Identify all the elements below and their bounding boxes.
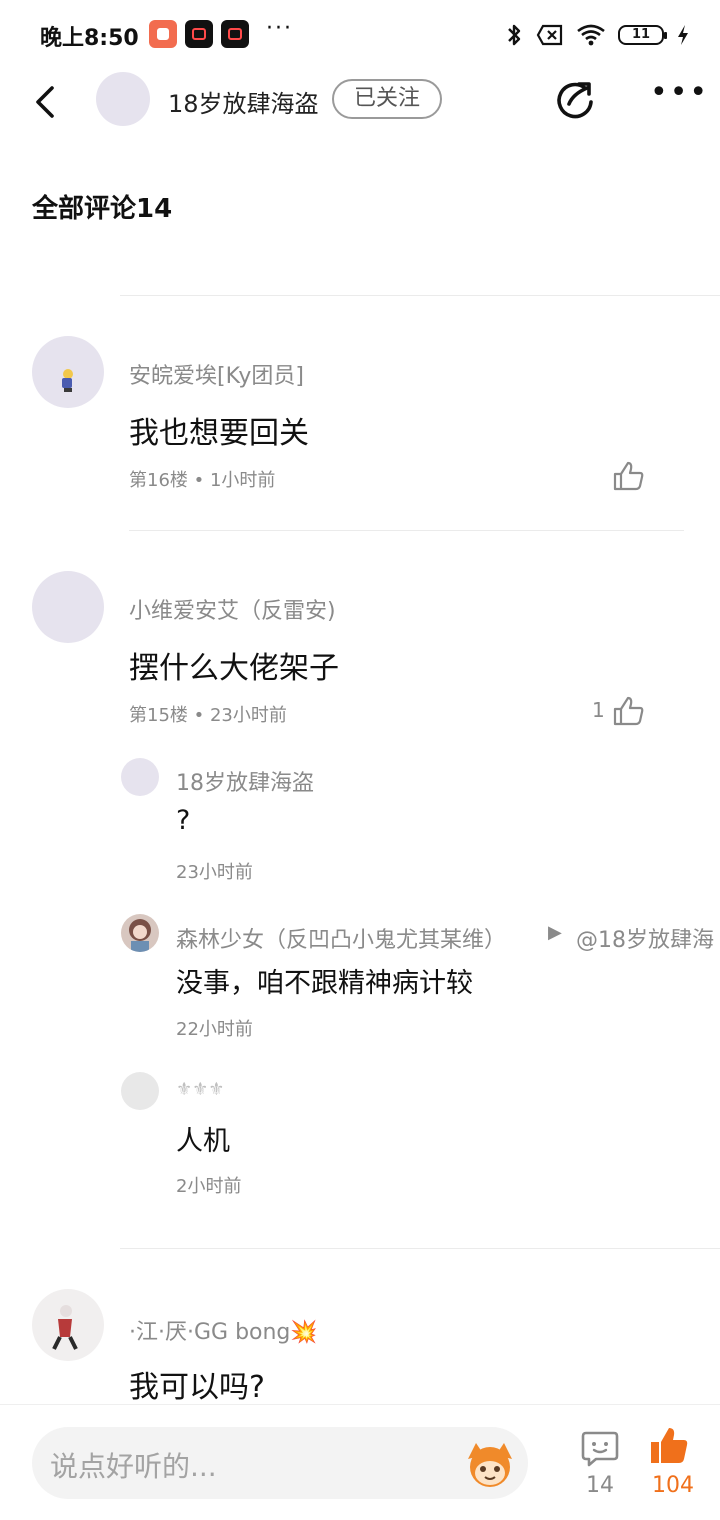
avatar[interactable] [121,914,159,952]
avatar[interactable] [32,336,104,408]
avatar[interactable] [121,1072,159,1110]
bluetooth-icon [508,24,521,46]
more-icon[interactable]: ••• [650,78,707,116]
like-count-total: 104 [652,1473,694,1498]
reply-meta: 22小时前 [176,1019,253,1040]
header-user-name[interactable]: 18岁放肆海盗 [168,84,319,119]
avatar[interactable] [32,1289,104,1361]
comment-text: 我可以吗? [129,1370,265,1405]
comment-author[interactable]: 小维爱安艾（反雷安) [129,593,336,625]
charging-icon [678,25,688,45]
divider [120,1248,720,1249]
avatar[interactable] [96,72,150,126]
reply-text: 没事，咱不跟精神病计较 [176,968,473,999]
wifi-icon [577,24,605,46]
like-count: 1 [592,698,605,722]
battery-icon: 11 [618,25,667,45]
comment-input-placeholder: 说点好听的... [50,1450,217,1483]
divider [129,530,684,531]
thumbs-up-icon[interactable] [648,1425,690,1467]
video-notification-icon [221,20,249,48]
avatar[interactable] [121,758,159,796]
reply-text: 人机 [176,1126,230,1157]
app-notification-icon [149,20,177,48]
back-icon[interactable] [30,82,64,122]
share-icon[interactable] [555,78,597,120]
more-notifications-icon: ··· [266,16,293,41]
comment-text: 摆什么大佬架子 [129,651,339,686]
comment-icon[interactable] [580,1429,620,1469]
emoji-mascot-icon[interactable] [462,1435,518,1491]
comment-author[interactable]: ·江·厌·GG bong💥 [129,1314,318,1346]
comment-text: 我也想要回关 [129,416,309,451]
thumbs-up-icon[interactable] [612,695,646,727]
divider [120,295,720,296]
comment-meta: 第16楼 • 1小时前 [129,470,276,491]
thumbs-up-icon[interactable] [612,460,646,492]
sim-disabled-icon [536,24,563,46]
bottom-bar: 说点好听的... 14 104 [0,1404,720,1520]
avatar[interactable] [32,571,104,643]
reply-meta: 23小时前 [176,862,253,883]
section-title: 全部评论14 [32,194,173,224]
status-time: 晚上8:50 [40,26,139,51]
reply-mention[interactable]: @18岁放肆海 [576,922,714,954]
follow-button[interactable]: 已关注 [332,79,442,119]
video-notification-icon [185,20,213,48]
reply-arrow-icon: ▶ [548,922,562,943]
header: 18岁放肆海盗 已关注 ••• [0,70,720,130]
reply-author[interactable]: 18岁放肆海盗 [176,765,314,797]
reply-author[interactable]: ⚜⚜⚜ [176,1079,224,1100]
reply-author[interactable]: 森林少女（反凹凸小鬼尤其某维） [176,922,506,954]
comment-input[interactable]: 说点好听的... [32,1427,528,1499]
comment-count: 14 [586,1473,614,1498]
reply-text: ? [176,805,191,836]
comment-author[interactable]: 安皖爱埃[Ky团员] [129,358,304,390]
comment-meta: 第15楼 • 23小时前 [129,705,287,726]
status-bar: 晚上8:50 ··· 11 [0,0,720,70]
reply-meta: 2小时前 [176,1176,242,1197]
